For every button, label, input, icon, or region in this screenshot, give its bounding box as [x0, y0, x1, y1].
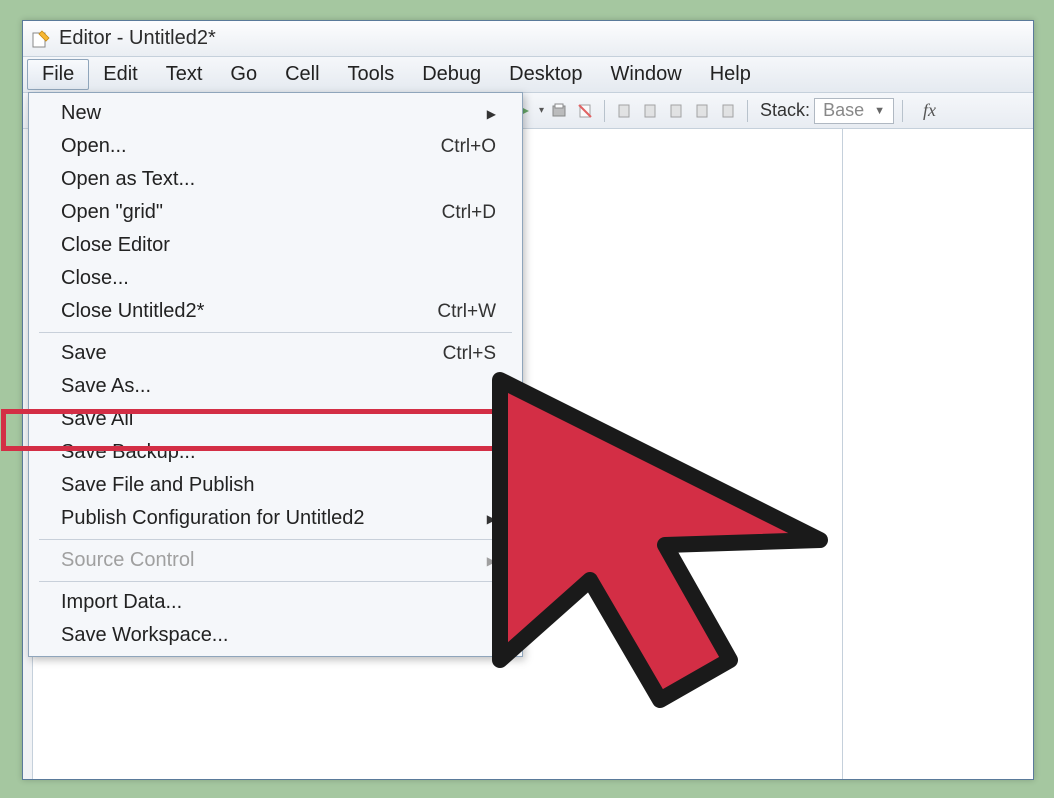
fx-button[interactable]: fx: [923, 100, 936, 121]
titlebar: Editor - Untitled2*: [23, 21, 1033, 57]
menu-item-close-untitled2[interactable]: Close Untitled2* Ctrl+W: [31, 295, 520, 328]
menu-item-open-as-text[interactable]: Open as Text...: [31, 163, 520, 196]
app-icon: [31, 29, 51, 49]
menu-item-save-all[interactable]: Save All: [31, 403, 520, 436]
menu-cell[interactable]: Cell: [271, 57, 333, 92]
menu-help[interactable]: Help: [696, 57, 765, 92]
submenu-arrow-icon: ▶: [487, 107, 496, 121]
menu-item-save-as[interactable]: Save As...: [31, 370, 520, 403]
stack-select[interactable]: Base ▼: [814, 98, 894, 124]
menu-edit[interactable]: Edit: [89, 57, 151, 92]
menu-item-import-data[interactable]: Import Data...: [31, 586, 520, 619]
menu-item-close-editor[interactable]: Close Editor: [31, 229, 520, 262]
menu-separator: [39, 581, 512, 582]
window-title: Editor - Untitled2*: [59, 27, 216, 50]
menu-item-save-backup[interactable]: Save Backup...: [31, 436, 520, 469]
editor-window: Editor - Untitled2* File Edit Text Go Ce…: [22, 20, 1034, 780]
menu-desktop[interactable]: Desktop: [495, 57, 596, 92]
menu-separator: [39, 539, 512, 540]
submenu-arrow-icon: ▶: [487, 554, 496, 568]
menu-item-publish-config[interactable]: Publish Configuration for Untitled2 ▶: [31, 502, 520, 535]
menu-item-save-workspace[interactable]: Save Workspace...: [31, 619, 520, 652]
file-dropdown-menu: New ▶ Open... Ctrl+O Open as Text... Ope…: [28, 92, 523, 657]
doc-icon-3[interactable]: [665, 100, 687, 122]
menu-item-open-grid[interactable]: Open "grid" Ctrl+D: [31, 196, 520, 229]
right-panel: [843, 129, 1033, 779]
doc-icon-5[interactable]: [717, 100, 739, 122]
menu-item-save-publish[interactable]: Save File and Publish: [31, 469, 520, 502]
menu-tools[interactable]: Tools: [334, 57, 409, 92]
submenu-arrow-icon: ▶: [487, 512, 496, 526]
print-icon[interactable]: [548, 100, 570, 122]
menu-file[interactable]: File: [27, 59, 89, 90]
menu-item-close[interactable]: Close...: [31, 262, 520, 295]
stack-label: Stack:: [760, 100, 810, 121]
breakpoint-clear-icon[interactable]: [574, 100, 596, 122]
doc-icon-4[interactable]: [691, 100, 713, 122]
doc-icon-2[interactable]: [639, 100, 661, 122]
menu-item-save[interactable]: Save Ctrl+S: [31, 337, 520, 370]
menu-text[interactable]: Text: [152, 57, 217, 92]
menubar: File Edit Text Go Cell Tools Debug Deskt…: [23, 57, 1033, 93]
menu-debug[interactable]: Debug: [408, 57, 495, 92]
doc-icon-1[interactable]: [613, 100, 635, 122]
menu-window[interactable]: Window: [597, 57, 696, 92]
menu-separator: [39, 332, 512, 333]
menu-item-source-control: Source Control ▶: [31, 544, 520, 577]
menu-item-open[interactable]: Open... Ctrl+O: [31, 130, 520, 163]
menu-item-new[interactable]: New ▶: [31, 97, 520, 130]
menu-go[interactable]: Go: [216, 57, 271, 92]
